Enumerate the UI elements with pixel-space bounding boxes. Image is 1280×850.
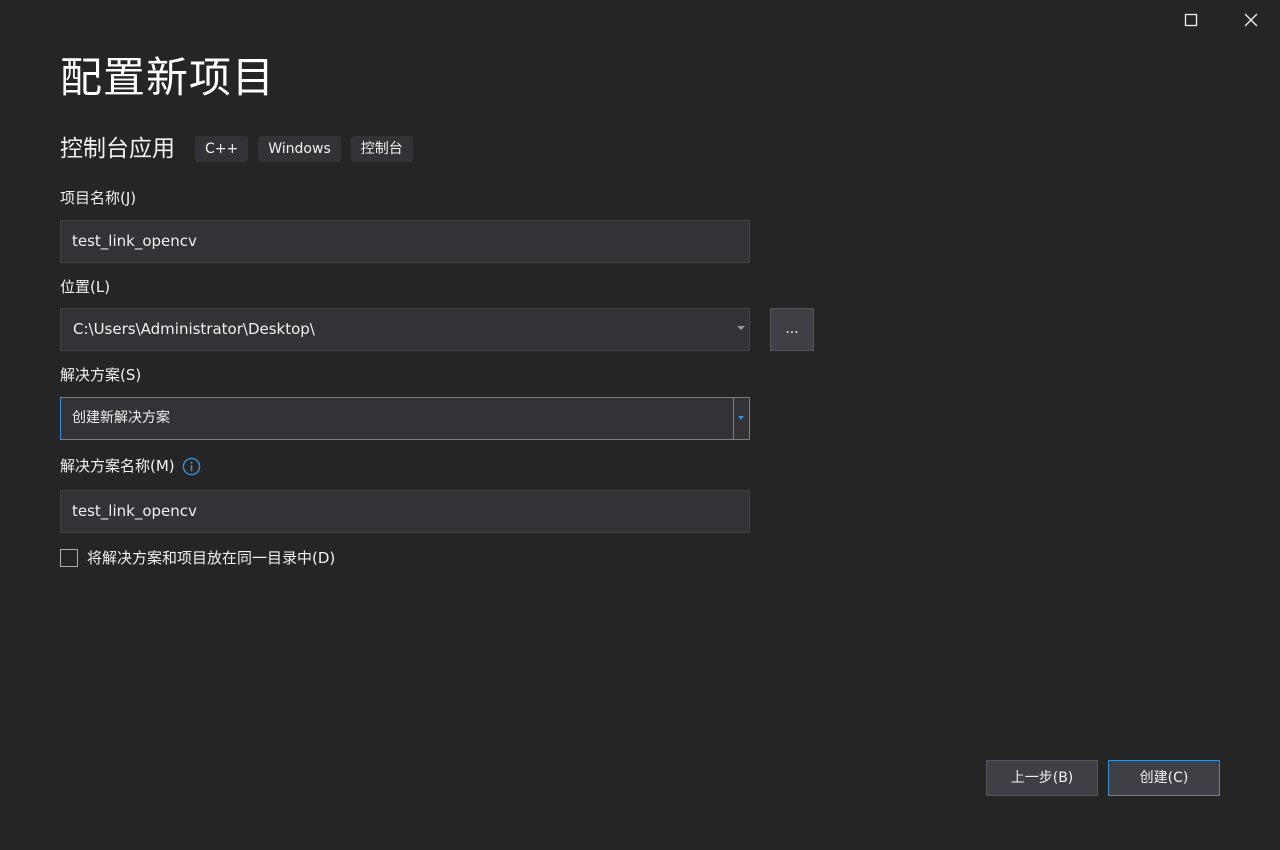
maximize-button[interactable] xyxy=(1176,5,1206,35)
same-directory-label[interactable]: 将解决方案和项目放在同一目录中(D) xyxy=(87,547,335,568)
project-name-value: test_link_opencv xyxy=(72,232,197,250)
info-icon[interactable] xyxy=(182,457,201,476)
tag-project-type: 控制台 xyxy=(350,136,413,162)
browse-location-button[interactable]: ... xyxy=(770,308,814,351)
tag-platform: Windows xyxy=(258,136,341,162)
chevron-down-icon xyxy=(738,416,744,420)
close-button[interactable] xyxy=(1236,5,1266,35)
template-name: 控制台应用 xyxy=(60,136,175,162)
template-info: 控制台应用 C++ Windows 控制台 xyxy=(60,134,423,164)
solution-name-label-row: 解决方案名称(M) xyxy=(60,456,201,476)
solution-dropdown[interactable]: 创建新解决方案 xyxy=(60,397,750,440)
solution-name-label: 解决方案名称(M) xyxy=(60,457,175,475)
solution-label: 解决方案(S) xyxy=(60,366,142,384)
same-directory-option[interactable]: 将解决方案和项目放在同一目录中(D) xyxy=(60,547,335,568)
page-title: 配置新项目 xyxy=(60,53,276,102)
solution-name-value: test_link_opencv xyxy=(72,502,197,520)
solution-value: 创建新解决方案 xyxy=(72,410,170,426)
tag-language: C++ xyxy=(195,136,249,162)
location-value: C:\Users\Administrator\Desktop\ xyxy=(73,320,315,338)
location-combobox[interactable]: C:\Users\Administrator\Desktop\ xyxy=(60,308,750,351)
close-icon xyxy=(1244,13,1258,27)
solution-name-input[interactable]: test_link_opencv xyxy=(60,490,750,533)
create-button[interactable]: 创建(C) xyxy=(1108,760,1220,796)
location-label: 位置(L) xyxy=(60,278,111,296)
configure-project-window: 配置新项目 控制台应用 C++ Windows 控制台 项目名称(J) test… xyxy=(0,0,1280,850)
project-name-label: 项目名称(J) xyxy=(60,189,137,207)
maximize-icon xyxy=(1184,13,1198,27)
solution-dropdown-button[interactable] xyxy=(733,398,749,439)
same-directory-checkbox[interactable] xyxy=(60,548,78,567)
project-name-input[interactable]: test_link_opencv xyxy=(60,220,750,263)
back-button[interactable]: 上一步(B) xyxy=(986,760,1098,796)
chevron-down-icon[interactable] xyxy=(737,326,745,330)
